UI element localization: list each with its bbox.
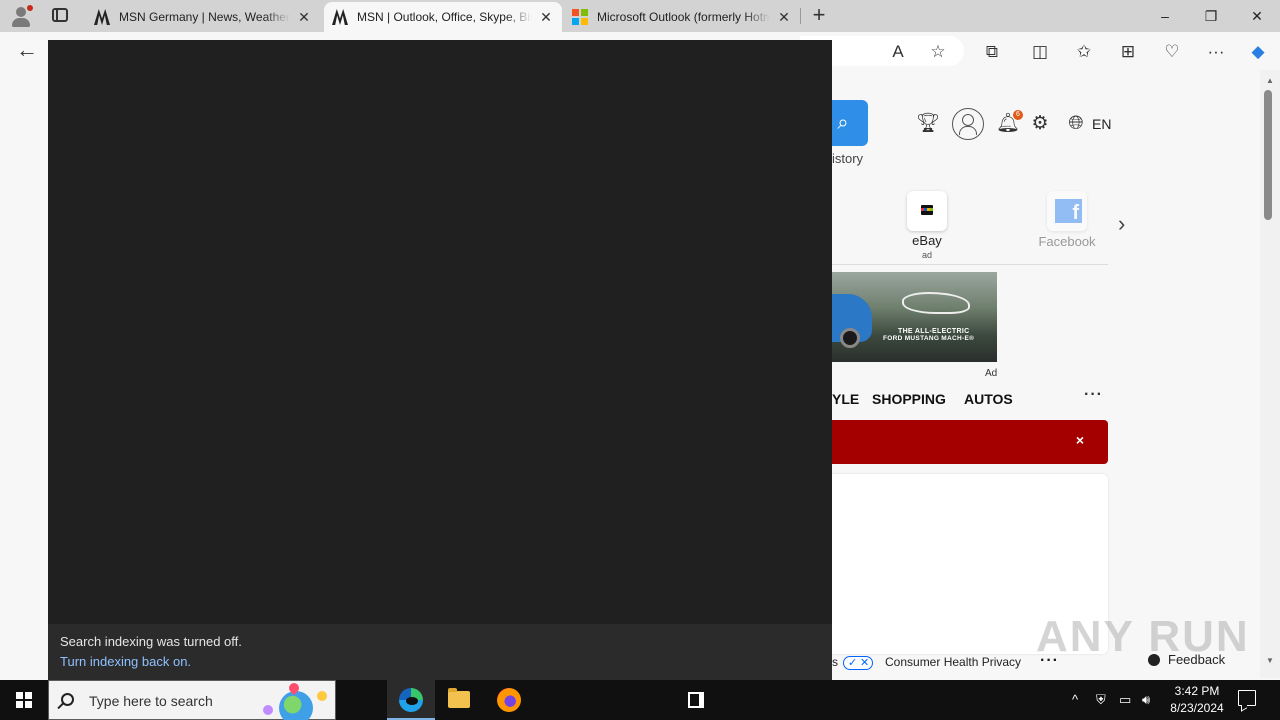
nav-item-autos[interactable]: AUTOS	[964, 391, 1013, 407]
tab-close-icon[interactable]: ✕	[776, 9, 792, 26]
task-view-button[interactable]	[336, 680, 704, 720]
settings-more-icon[interactable]: ···	[1204, 40, 1228, 64]
divider	[832, 264, 1108, 265]
copilot-icon[interactable]: ◆	[1246, 40, 1270, 64]
tab-close-icon[interactable]: ✕	[296, 9, 312, 26]
close-icon[interactable]: ×	[1076, 432, 1084, 448]
taskbar-search-box[interactable]: Type here to search	[48, 680, 336, 720]
language-selector[interactable]: EN	[1092, 116, 1111, 132]
sign-in-avatar[interactable]	[952, 108, 984, 140]
tab-msn-outlook[interactable]: MSN | Outlook, Office, Skype, Bing ✕	[324, 2, 562, 32]
profile-icon[interactable]	[10, 5, 33, 27]
scroll-down-icon[interactable]: ▼	[1266, 656, 1274, 665]
chevron-right-icon[interactable]: ›	[1118, 211, 1125, 237]
facebook-tile-icon[interactable]	[1047, 191, 1087, 231]
start-button[interactable]	[0, 680, 48, 720]
scrollbar-thumb[interactable]	[1264, 90, 1272, 220]
taskbar-file-explorer[interactable]	[436, 680, 484, 720]
clock-date: 8/23/2024	[1170, 701, 1224, 715]
search-highlight-icon[interactable]	[259, 680, 335, 720]
notification-center-icon[interactable]	[1238, 690, 1256, 706]
tile-label-ebay[interactable]: eBay	[887, 233, 967, 248]
tab-close-icon[interactable]: ✕	[538, 9, 554, 26]
browser-tab-strip: MSN Germany | News, Weather, Sports ✕ MS…	[0, 0, 1280, 32]
ad-text-line1: THE ALL-ELECTRIC	[898, 328, 970, 335]
tile-label-facebook[interactable]: Facebook	[1027, 234, 1107, 249]
scroll-up-icon[interactable]: ▲	[1266, 76, 1274, 85]
search-history-link[interactable]: istory	[832, 151, 863, 166]
tray-overflow-chevron-icon[interactable]: ^	[1072, 690, 1078, 710]
search-placeholder: Type here to search	[89, 693, 213, 709]
indexing-notice: Search indexing was turned off. Turn ind…	[48, 624, 832, 680]
favorites-icon[interactable]: ✩	[1072, 40, 1096, 64]
network-icon[interactable]: ▭	[1119, 690, 1131, 710]
taskbar: Type here to search ^ ⛨ ▭ 🔊︎ 3:42 PM 8/2…	[0, 680, 1280, 720]
indexing-message: Search indexing was turned off.	[60, 634, 242, 649]
volume-icon[interactable]: 🔊︎	[1142, 690, 1150, 710]
nav-item-lifestyle[interactable]: YLE	[832, 391, 859, 407]
ad-label: Ad	[985, 368, 998, 379]
close-window-button[interactable]: ✕	[1234, 4, 1280, 28]
collections-icon[interactable]: ⊞	[1116, 40, 1140, 64]
msn-icon	[94, 9, 110, 25]
feedback-button[interactable]: Feedback	[1146, 646, 1246, 674]
search-icon: ⌕	[837, 112, 849, 134]
folder-icon	[448, 688, 470, 708]
read-aloud-icon[interactable]: A	[886, 40, 910, 64]
split-screen-icon[interactable]: ◫	[1028, 40, 1052, 64]
consumer-health-privacy-link[interactable]: Consumer Health Privacy	[885, 655, 1021, 669]
ebay-tile-icon[interactable]	[907, 191, 947, 231]
nav-item-shopping[interactable]: SHOPPING	[872, 391, 946, 407]
rewards-icon[interactable]: 🏆︎	[916, 112, 940, 136]
tab-microsoft-outlook[interactable]: Microsoft Outlook (formerly Hotmail) ✕	[564, 2, 800, 32]
add-favorite-icon[interactable]: ☆	[926, 40, 950, 64]
browser-essentials-icon[interactable]: ♡	[1160, 40, 1184, 64]
windows-logo-icon	[16, 692, 32, 708]
firefox-icon	[497, 688, 521, 712]
privacy-choices-icon: ✓ ✕	[843, 656, 873, 670]
tile-ad-label: ad	[921, 250, 932, 260]
page-scrollbar[interactable]: ▲ ▼	[1260, 70, 1280, 678]
back-button[interactable]: ←	[16, 38, 38, 62]
msn-icon	[332, 9, 348, 25]
taskbar-firefox[interactable]	[485, 680, 533, 720]
ford-mustang-ad[interactable]: THE ALL-ELECTRIC FORD MUSTANG MACH-E®	[832, 272, 997, 362]
tab-title: MSN | Outlook, Office, Skype, Bing	[357, 10, 532, 24]
task-view-icon	[688, 692, 704, 708]
car-wheel	[840, 328, 860, 348]
ad-text-line2: FORD MUSTANG MACH-E®	[883, 335, 975, 342]
nav-more-button[interactable]: ···	[1084, 386, 1103, 404]
tab-title: MSN Germany | News, Weather, Sports	[119, 10, 290, 24]
new-tab-button[interactable]: +	[808, 3, 830, 27]
minimize-button[interactable]: –	[1142, 4, 1188, 28]
globe-icon[interactable]: 🌐︎	[1064, 112, 1088, 136]
turn-indexing-on-link[interactable]: Turn indexing back on.	[60, 654, 191, 669]
defender-icon[interactable]: ⛨	[1096, 690, 1106, 710]
mustang-logo	[902, 292, 970, 314]
search-icon	[61, 693, 74, 706]
tab-title: Microsoft Outlook (formerly Hotmail)	[597, 10, 770, 24]
breaking-news-banner[interactable]: ×	[832, 420, 1108, 464]
windows-search-flyout: Search indexing was turned off. Turn ind…	[48, 40, 832, 680]
tab-msn-germany[interactable]: MSN Germany | News, Weather, Sports ✕	[86, 2, 320, 32]
footer-link-partial[interactable]: s	[832, 655, 838, 669]
tab-separator	[800, 8, 801, 24]
taskbar-edge[interactable]	[387, 680, 435, 720]
microsoft-icon	[572, 9, 588, 25]
clock-time: 3:42 PM	[1174, 684, 1220, 698]
restore-button[interactable]: ❐	[1188, 4, 1234, 28]
gear-icon[interactable]: ⚙	[1028, 112, 1052, 136]
extensions-icon[interactable]: ⧉	[980, 40, 1004, 64]
edge-icon	[399, 688, 423, 712]
tab-actions-icon[interactable]	[52, 8, 68, 22]
notification-count-badge: 6	[1013, 110, 1023, 120]
system-clock[interactable]: 3:42 PM 8/23/2024	[1160, 683, 1234, 717]
